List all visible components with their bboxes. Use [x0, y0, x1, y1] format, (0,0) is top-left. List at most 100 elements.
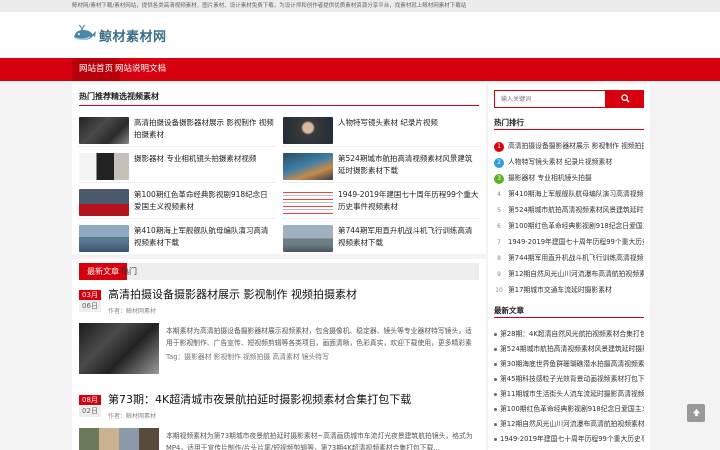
- rank-number: 8: [497, 254, 501, 262]
- rank-item[interactable]: 4 第410期海上军舰舰队航母编队演习高清视频素材下载: [494, 187, 644, 202]
- main-nav: 网站首页 网站说明文档: [0, 58, 720, 81]
- featured-thumbnail[interactable]: [283, 117, 333, 144]
- featured-thumbnail[interactable]: [79, 153, 129, 180]
- post-month: 08月: [79, 395, 101, 405]
- rank-item[interactable]: 1 高清拍摄设备摄影器材展示 影视制作 视频拍摄素材: [494, 139, 644, 154]
- featured-section-title: 热门推荐精选视频素材: [79, 91, 479, 106]
- nav-item-docs[interactable]: 网站说明文档: [108, 58, 173, 81]
- post-thumbnail[interactable]: [79, 323, 159, 374]
- rank-item[interactable]: 6 第100期红色革命经典影视剧918纪念日爱国主义视频素材: [494, 219, 644, 234]
- post-day: 06日: [79, 301, 101, 312]
- featured-thumbnail[interactable]: [283, 153, 333, 180]
- search-input[interactable]: [494, 90, 606, 108]
- featured-item-title[interactable]: 第524期城市航拍高清视频素材风景建筑延时摄影素材下载: [338, 153, 479, 177]
- rank-number: 7: [497, 238, 501, 246]
- rank-item-title[interactable]: 第12期自然风光山川河流瀑布高清航拍视频素材: [508, 270, 644, 278]
- recent-item[interactable]: 第12期自然风光山川河流瀑布高清航拍视频素材下载合集: [494, 417, 644, 432]
- rank-number: 9: [497, 270, 501, 278]
- post-day: 02日: [79, 406, 101, 417]
- rank-item[interactable]: 5 第524期城市航拍高清视频素材风景建筑延时摄影素材下载: [494, 203, 644, 218]
- divider: [283, 146, 479, 147]
- recent-item[interactable]: 第45期科技感粒子光效背景动画视频素材打包下载合集: [494, 372, 644, 387]
- featured-item[interactable]: 摄影器材 专业相机镜头拍摄素材视频: [79, 151, 275, 183]
- featured-thumbnail[interactable]: [283, 225, 333, 252]
- back-to-top-button[interactable]: [687, 404, 705, 422]
- search-button[interactable]: [606, 90, 644, 108]
- rank-item[interactable]: 10 第17期城市交通车流延时摄影素材: [494, 283, 644, 298]
- rank-item-title[interactable]: 第410期海上军舰舰队航母编队演习高清视频素材下载: [508, 190, 644, 198]
- featured-item[interactable]: 高清拍摄设备摄影器材展示 影视制作 视频拍摄素材: [79, 115, 275, 147]
- featured-item-title[interactable]: 第410期海上军舰舰队航母编队演习高清视频素材下载: [134, 225, 275, 249]
- post-meta: 作者：鲸材网素材: [108, 413, 157, 420]
- rank-item[interactable]: 3 摄影器材 专业相机镜头拍摄: [494, 171, 644, 186]
- rank-number: 10: [495, 286, 503, 294]
- post-thumbnail[interactable]: [79, 428, 159, 450]
- rank-item-title[interactable]: 第17期城市交通车流延时摄影素材: [508, 286, 612, 294]
- rank-item-title[interactable]: 第744期军用直升机战斗机飞行训练高清视频素材下载: [508, 254, 644, 262]
- featured-item[interactable]: 1949-2019年建国七十周年历程99个重大历史事件视频素材: [283, 187, 479, 219]
- rank-item-title[interactable]: 高清拍摄设备摄影器材展示 影视制作 视频拍摄素材: [508, 142, 644, 150]
- featured-item-title[interactable]: 第744期军用直升机战斗机飞行训练高清视频素材下载: [338, 225, 479, 249]
- search-form: [494, 90, 644, 108]
- divider: [283, 218, 479, 219]
- article-item: 03月 06日 高清拍摄设备摄影器材展示 影视制作 视频拍摄素材 作者：鲸材网素…: [79, 288, 479, 380]
- featured-item-title[interactable]: 人物特写镜头素材 纪录片视频: [338, 117, 479, 129]
- main-content: 热门推荐精选视频素材 高清拍摄设备摄影器材展示 影视制作 视频拍摄素材 人物特写…: [72, 84, 486, 450]
- featured-thumbnail[interactable]: [79, 189, 129, 216]
- post-title[interactable]: 第73期：4K超清城市夜景航拍延时摄影视频素材合集打包下载: [108, 393, 478, 407]
- featured-item-title[interactable]: 第100期红色革命经典影视剧918纪念日爱国主义视频素材: [134, 189, 275, 213]
- rank-item[interactable]: 7 1949-2019年建国七十周年历程99个重大历史事件视频素材: [494, 235, 644, 250]
- logo-text: 鲸材素材网: [99, 29, 167, 45]
- recent-item[interactable]: 1949-2019年建国七十周年历程99个重大历史事件视频素材: [494, 432, 644, 447]
- divider: [283, 182, 479, 183]
- featured-item[interactable]: 人物特写镜头素材 纪录片视频: [283, 115, 479, 147]
- top-notice-text: 鲸材网/素材下载/素材网站，提供各类高清视频素材、图片素材、设计素材免费下载，为…: [72, 3, 467, 9]
- arrow-up-icon: [692, 408, 701, 419]
- post-meta: 作者：鲸材网素材: [108, 308, 157, 315]
- featured-item-title[interactable]: 1949-2019年建国七十周年历程99个重大历史事件视频素材: [338, 189, 479, 213]
- featured-thumbnail[interactable]: [79, 225, 129, 252]
- article-list-section: 最新文章 热门 03月 06日 高清拍摄设备摄影器材展示 影视制作 视频拍摄素材…: [72, 259, 486, 450]
- featured-thumbnail[interactable]: [283, 189, 333, 216]
- featured-section: 热门推荐精选视频素材 高清拍摄设备摄影器材展示 影视制作 视频拍摄素材 人物特写…: [72, 84, 486, 254]
- rank-item-title[interactable]: 第100期红色革命经典影视剧918纪念日爱国主义视频素材: [508, 222, 644, 230]
- top-notice-bar: 鲸材网/素材下载/素材网站，提供各类高清视频素材、图片素材、设计素材免费下载，为…: [0, 0, 720, 12]
- divider: [79, 218, 275, 219]
- post-excerpt: 本期素材为高清拍摄设备摄影器材展示视频素材，包含摄像机、稳定器、镜头等专业器材特…: [166, 327, 472, 347]
- rank-item-title[interactable]: 摄影器材 专业相机镜头拍摄: [508, 174, 592, 182]
- rank-number: 5: [497, 206, 501, 214]
- recent-item[interactable]: 第11期城市生活街头人流车流延时摄影高清视频素材下载: [494, 387, 644, 402]
- featured-item[interactable]: 第524期城市航拍高清视频素材风景建筑延时摄影素材下载: [283, 151, 479, 183]
- rank-number: 4: [497, 190, 501, 198]
- rank-title: 热门排行: [494, 117, 644, 130]
- rank-item-title[interactable]: 1949-2019年建国七十周年历程99个重大历史事件视频素材: [508, 238, 644, 246]
- rank-item[interactable]: 2 人物特写镜头素材 纪录片视频素材: [494, 155, 644, 170]
- rank-number: 3: [494, 173, 504, 184]
- tab-hot[interactable]: 热门: [113, 263, 145, 280]
- recent-item[interactable]: 第524期城市航拍高清视频素材风景建筑延时摄影素材下载: [494, 342, 644, 357]
- recent-item[interactable]: 第30期海底世界鱼群珊瑚礁潜水拍摄高清视频素材下载: [494, 357, 644, 372]
- article-item: 08月 02日 第73期：4K超清城市夜景航拍延时摄影视频素材合集打包下载 作者…: [79, 393, 479, 450]
- post-tags[interactable]: Tag：摄影器材 影视制作 视频拍摄 高清素材 镜头特写: [166, 351, 329, 361]
- site-logo[interactable]: 鲸材素材网: [72, 22, 167, 48]
- post-date: 03月 06日: [79, 290, 101, 312]
- featured-item[interactable]: 第744期军用直升机战斗机飞行训练高清视频素材下载: [283, 223, 479, 253]
- featured-item[interactable]: 第100期红色革命经典影视剧918纪念日爱国主义视频素材: [79, 187, 275, 219]
- rank-number: 6: [497, 222, 501, 230]
- featured-item[interactable]: 第410期海上军舰舰队航母编队演习高清视频素材下载: [79, 223, 275, 253]
- rank-item-title[interactable]: 人物特写镜头素材 纪录片视频素材: [508, 158, 612, 166]
- rank-item-title[interactable]: 第524期城市航拍高清视频素材风景建筑延时摄影素材下载: [508, 206, 644, 214]
- recent-item[interactable]: 第28期：4K超清自然风光航拍视频素材合集打包下载: [494, 327, 644, 342]
- article-tabs: 最新文章 热门: [79, 263, 479, 280]
- recent-title: 最新文章: [494, 305, 644, 318]
- rank-item[interactable]: 8 第744期军用直升机战斗机飞行训练高清视频素材下载: [494, 251, 644, 266]
- sidebar: 热门排行 1 高清拍摄设备摄影器材展示 影视制作 视频拍摄素材 2 人物特写镜头素材…: [488, 84, 650, 450]
- site-header: 鲸材素材网: [0, 12, 720, 58]
- recent-item[interactable]: 第100期红色革命经典影视剧918纪念日爱国主义视频素材: [494, 402, 644, 417]
- featured-thumbnail[interactable]: [79, 117, 129, 144]
- rank-item[interactable]: 9 第12期自然风光山川河流瀑布高清航拍视频素材: [494, 267, 644, 282]
- post-excerpt: 本期视频素材为第73期城市夜景航拍延时摄影素材~高清画质城市车流灯光夜景建筑航拍…: [166, 432, 473, 450]
- featured-item-title[interactable]: 摄影器材 专业相机镜头拍摄素材视频: [134, 153, 275, 165]
- post-title[interactable]: 高清拍摄设备摄影器材展示 影视制作 视频拍摄素材: [108, 288, 478, 302]
- featured-item-title[interactable]: 高清拍摄设备摄影器材展示 影视制作 视频拍摄素材: [134, 117, 275, 141]
